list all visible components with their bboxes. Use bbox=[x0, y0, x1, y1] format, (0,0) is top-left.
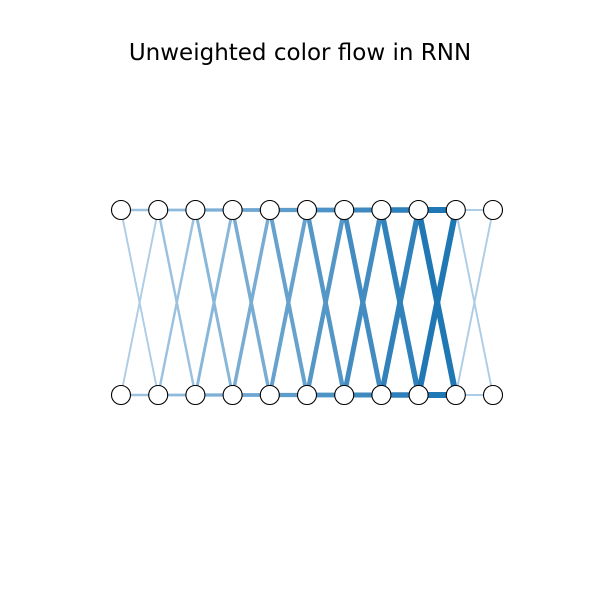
node-top-1 bbox=[148, 199, 169, 221]
node-top-4 bbox=[259, 199, 280, 221]
rnn-flow-diagram bbox=[110, 199, 504, 406]
node-top-2 bbox=[185, 199, 206, 221]
node-top-10 bbox=[482, 199, 504, 221]
node-top-9 bbox=[445, 199, 466, 221]
edges-layer bbox=[120, 207, 494, 398]
node-top-6 bbox=[334, 199, 355, 221]
node-bottom-0 bbox=[110, 384, 132, 406]
node-bottom-4 bbox=[259, 384, 280, 406]
node-top-8 bbox=[408, 199, 429, 221]
node-bottom-1 bbox=[148, 384, 169, 406]
nodes-layer bbox=[110, 199, 504, 406]
node-bottom-2 bbox=[185, 384, 206, 406]
node-top-5 bbox=[296, 199, 318, 221]
node-bottom-9 bbox=[445, 384, 466, 406]
node-bottom-3 bbox=[222, 384, 243, 406]
node-top-3 bbox=[222, 199, 243, 221]
node-bottom-10 bbox=[482, 384, 504, 406]
node-bottom-5 bbox=[296, 384, 318, 406]
node-bottom-7 bbox=[371, 384, 392, 406]
node-top-0 bbox=[110, 199, 132, 221]
node-bottom-8 bbox=[408, 384, 429, 406]
node-top-7 bbox=[371, 199, 392, 221]
node-bottom-6 bbox=[334, 384, 355, 406]
